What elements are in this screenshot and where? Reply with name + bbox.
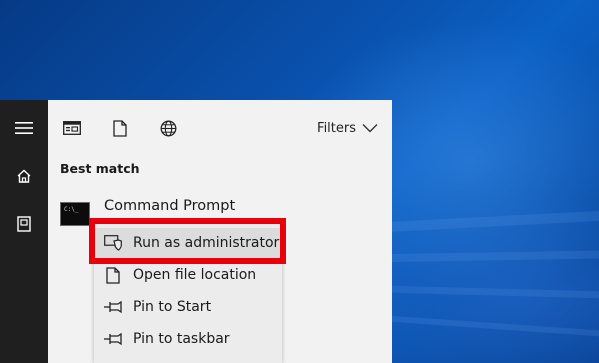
documents-button[interactable] [0,204,48,244]
hamburger-menu-button[interactable] [0,108,48,148]
menu-item-label: Pin to taskbar [133,331,230,347]
menu-item-open-file-location[interactable]: Open file location [94,260,282,290]
chevron-down-icon [362,124,378,133]
documents-icon [113,119,127,137]
menu-item-pin-to-start[interactable]: Pin to Start [94,292,282,322]
filters-dropdown[interactable]: Filters [317,117,378,139]
command-prompt-icon-text: C:\_ [64,206,79,213]
pin-icon [103,329,123,349]
filters-label: Filters [317,120,356,136]
menu-item-pin-to-taskbar[interactable]: Pin to taskbar [94,324,282,354]
wallpaper-ray [359,285,599,300]
home-icon [17,169,31,183]
home-button[interactable] [0,156,48,196]
web-globe-icon [160,120,176,136]
best-match-heading: Best match [60,161,140,176]
documents-icon [17,216,31,232]
apps-filter-button[interactable] [58,114,86,142]
command-prompt-icon: C:\_ [60,202,90,226]
wallpaper-ray [379,315,599,341]
pin-icon [103,297,123,317]
web-filter-button[interactable] [154,114,182,142]
result-command-prompt[interactable]: Command Prompt [104,198,235,214]
start-left-rail [0,100,48,363]
menu-item-label: Open file location [133,267,257,283]
folder-file-icon [103,265,123,285]
hamburger-menu-icon [15,122,33,134]
documents-filter-button[interactable] [106,114,134,142]
red-highlight-box [89,218,286,264]
menu-item-label: Pin to Start [133,299,212,315]
apps-icon [63,121,81,135]
